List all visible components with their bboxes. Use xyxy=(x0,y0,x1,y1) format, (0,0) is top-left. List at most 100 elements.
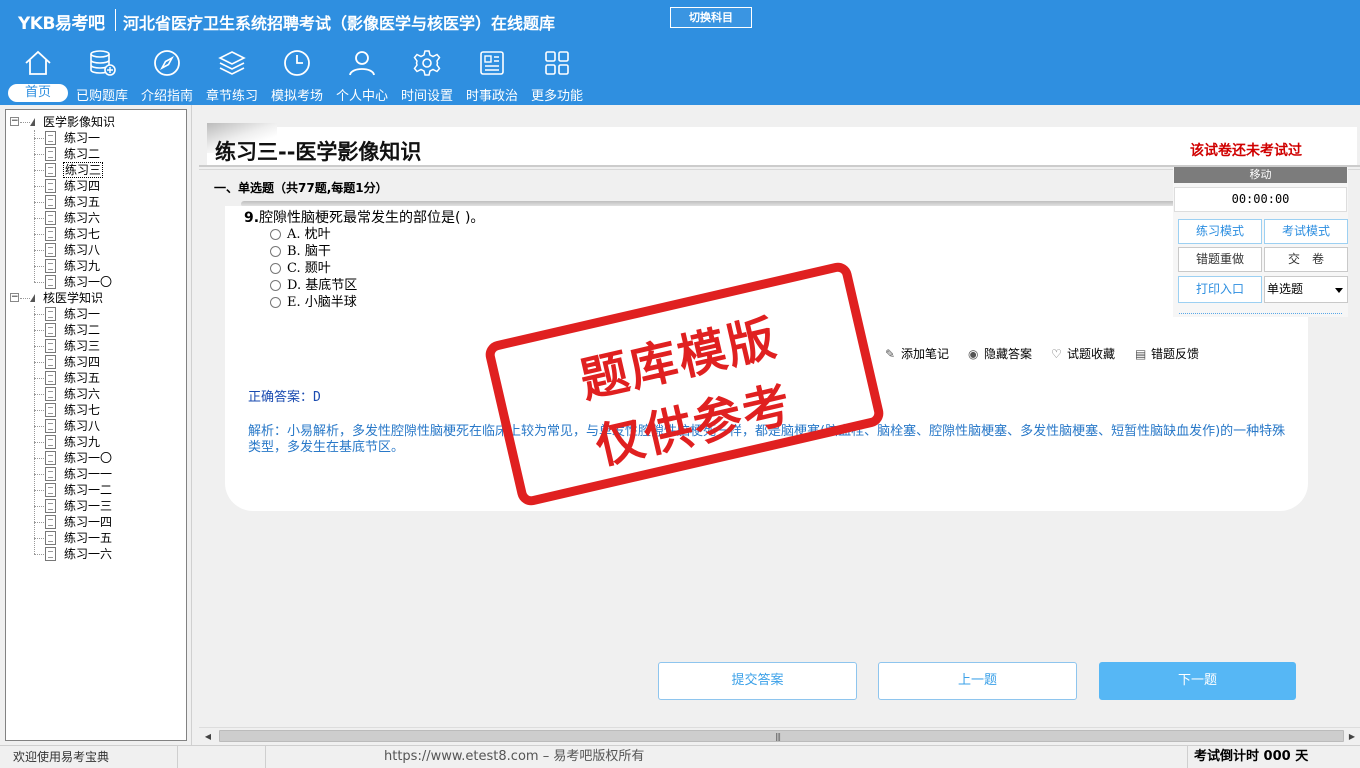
collapse-icon[interactable]: − xyxy=(10,117,19,126)
redo-wrong-button[interactable]: 错题重做 xyxy=(1178,247,1262,272)
print-button[interactable]: 打印入口 xyxy=(1178,276,1262,303)
tree-group-label: 医学影像知识 xyxy=(43,115,116,129)
question-number: 9. xyxy=(244,210,260,226)
tree-item[interactable]: 练习八 xyxy=(45,242,180,258)
hide-answer-button[interactable]: ◉ 隐藏答案 xyxy=(968,346,1032,362)
tree-item[interactable]: 练习七 xyxy=(45,402,180,418)
tree-item-label: 练习六 xyxy=(64,211,101,225)
tree-connector xyxy=(34,314,44,315)
status-spacer xyxy=(178,746,266,768)
paper-title: 练习三--医学影像知识 xyxy=(215,140,422,164)
copyright-text: https://www.etest8.com – 易考吧版权所有 xyxy=(266,746,1188,768)
option-label: D. 基底节区 xyxy=(287,278,358,293)
radio-button[interactable] xyxy=(270,297,281,308)
tree-item[interactable]: 练习六 xyxy=(45,386,180,402)
tree-item[interactable]: 练习三 xyxy=(45,338,180,354)
move-handle[interactable]: 移动 xyxy=(1174,167,1347,183)
nav-time-settings[interactable]: 时间设置 xyxy=(395,46,459,104)
tree-item[interactable]: 练习七 xyxy=(45,226,180,242)
tree-item[interactable]: 练习一五 xyxy=(45,530,180,546)
pencil-icon: ✎ xyxy=(885,347,896,361)
tree-item[interactable]: 练习一 xyxy=(45,130,180,146)
tree-item[interactable]: 练习二 xyxy=(45,146,180,162)
tree-item[interactable]: 练习一三 xyxy=(45,498,180,514)
tree-item[interactable]: 练习一 xyxy=(45,306,180,322)
tree-item[interactable]: 练习三 xyxy=(45,162,180,178)
tree-group[interactable]: − 核医学知识 xyxy=(10,290,180,306)
radio-button[interactable] xyxy=(270,246,281,257)
exercise-tree[interactable]: − 医学影像知识 练习一 练习二 练习三 练习四 练习五 练习六 练习七 练习八 练习九 练习一〇 − 核… xyxy=(5,109,187,741)
tree-item[interactable]: 练习一六 xyxy=(45,546,180,562)
exam-mode-button[interactable]: 考试模式 xyxy=(1264,219,1348,244)
nav-mock-exam[interactable]: 模拟考场 xyxy=(265,46,329,104)
tree-connector xyxy=(34,458,44,459)
document-icon xyxy=(45,243,56,257)
tool-label: 隐藏答案 xyxy=(984,347,1033,361)
tree-item[interactable]: 练习四 xyxy=(45,178,180,194)
submit-answer-button[interactable]: 提交答案 xyxy=(658,662,857,700)
tree-item[interactable]: 练习一〇 xyxy=(45,450,180,466)
tree-item[interactable]: 练习一一 xyxy=(45,466,180,482)
favorite-button[interactable]: ♡ 试题收藏 xyxy=(1051,346,1115,362)
scroll-thumb[interactable]: ||| xyxy=(219,730,1344,742)
add-note-button[interactable]: ✎ 添加笔记 xyxy=(885,346,949,362)
tree-connector xyxy=(34,202,44,203)
grip-icon: ||| xyxy=(775,732,781,741)
next-question-button[interactable]: 下一题 xyxy=(1099,662,1296,700)
tree-item[interactable]: 练习六 xyxy=(45,210,180,226)
practice-mode-button[interactable]: 练习模式 xyxy=(1178,219,1262,244)
nav-profile[interactable]: 个人中心 xyxy=(330,46,394,104)
tree-item[interactable]: 练习九 xyxy=(45,434,180,450)
document-icon xyxy=(45,339,56,353)
nav-home[interactable]: 首页 xyxy=(6,46,70,104)
nav-current-affairs[interactable]: 时事政治 xyxy=(460,46,524,104)
submit-paper-button[interactable]: 交 卷 xyxy=(1264,247,1348,272)
tree-item[interactable]: 练习一二 xyxy=(45,482,180,498)
collapse-icon[interactable]: − xyxy=(10,293,19,302)
tree-item[interactable]: 练习五 xyxy=(45,194,180,210)
tree-item[interactable]: 练习九 xyxy=(45,258,180,274)
tree-item-label: 练习一〇 xyxy=(64,451,113,465)
radio-button[interactable] xyxy=(270,263,281,274)
tree-item-label: 练习一四 xyxy=(64,515,113,529)
document-icon xyxy=(45,403,56,417)
tree-group[interactable]: − 医学影像知识 xyxy=(10,114,180,130)
scroll-right-icon[interactable]: ▶ xyxy=(1345,730,1359,743)
tree-item-label: 练习五 xyxy=(64,371,101,385)
document-icon xyxy=(45,467,56,481)
switch-subject-button[interactable]: 切换科目 xyxy=(670,7,752,28)
nav-more[interactable]: 更多功能 xyxy=(525,46,589,104)
gear-icon xyxy=(413,50,441,76)
radio-button[interactable] xyxy=(270,280,281,291)
nav-purchased[interactable]: 已购题库 xyxy=(70,46,134,104)
nav-chapter[interactable]: 章节练习 xyxy=(200,46,264,104)
tree-item[interactable]: 练习八 xyxy=(45,418,180,434)
error-feedback-button[interactable]: ▤ 错题反馈 xyxy=(1135,346,1199,362)
question-type-select[interactable]: 单选题 xyxy=(1264,276,1348,303)
option-label: E. 小脑半球 xyxy=(287,295,357,310)
tree-connector xyxy=(34,250,44,251)
tree-item[interactable]: 练习一〇 xyxy=(45,274,180,290)
prev-question-button[interactable]: 上一题 xyxy=(878,662,1077,700)
exam-control-panel: 移动 00:00:00 练习模式 考试模式 错题重做 交 卷 打印入口 单选题 xyxy=(1173,167,1348,317)
tree-connector xyxy=(20,298,30,299)
horizontal-scrollbar[interactable]: ◀ ||| ▶ xyxy=(199,727,1360,744)
nav-label: 章节练习 xyxy=(205,89,258,104)
scroll-left-icon[interactable]: ◀ xyxy=(201,730,215,743)
tree-item[interactable]: 练习五 xyxy=(45,370,180,386)
document-icon xyxy=(45,483,56,497)
tree-item[interactable]: 练习二 xyxy=(45,322,180,338)
tree-item[interactable]: 练习一四 xyxy=(45,514,180,530)
document-icon xyxy=(45,275,56,289)
tree-connector xyxy=(34,138,44,139)
tree-item-label: 练习八 xyxy=(64,243,101,257)
tree-connector xyxy=(34,442,44,443)
nav-label: 时间设置 xyxy=(400,89,453,104)
document-icon xyxy=(45,163,56,177)
tree-connector xyxy=(34,330,44,331)
radio-button[interactable] xyxy=(270,229,281,240)
document-icon xyxy=(45,531,56,545)
nav-guide[interactable]: 介绍指南 xyxy=(135,46,199,104)
tree-item[interactable]: 练习四 xyxy=(45,354,180,370)
answer-label: 正确答案： xyxy=(248,390,314,405)
